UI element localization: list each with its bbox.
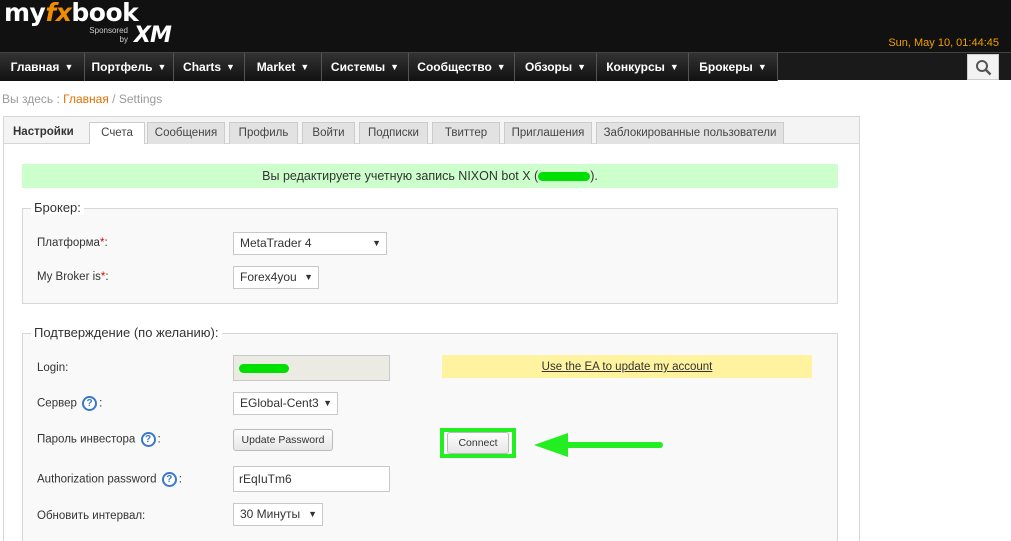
accounts-settings-content: Вы редактируете учетную запись NIXON bot… [4,144,859,541]
myfxbook-logo[interactable]: myfxbook Sponsored by XM [4,0,194,52]
tab-invitations[interactable]: Приглашения [504,122,592,144]
breadcrumb: Вы здесь : Главная / Settings [2,92,163,106]
dropdown-arrow-icon: ▼ [372,238,381,248]
update-password-button[interactable]: Update Password [233,429,333,451]
ea-update-link-box: Use the EA to update my account [442,355,812,378]
settings-heading: Настройки [13,126,74,138]
editing-account-notice: Вы редактируете учетную запись NIXON bot… [22,164,838,188]
tab-subscriptions[interactable]: Подписки [359,122,428,144]
redacted-login [239,364,289,374]
green-arrow-annotation [534,433,663,457]
settings-tabs: Настройки Счета Сообщения Профиль Войти … [4,117,859,145]
caret-down-icon: ▼ [757,62,767,72]
nav-item-brokers[interactable]: Брокеры ▼ [689,53,778,81]
caret-down-icon: ▼ [64,62,74,72]
nav-item-contests[interactable]: Конкурсы ▼ [597,53,689,81]
tab-blocked-users[interactable]: Заблокированные пользователи [596,122,784,144]
authorization-password-field[interactable]: rEqIuTm6 [233,466,390,492]
ea-update-link[interactable]: Use the EA to update my account [542,361,713,373]
settings-panel: Настройки Счета Сообщения Профиль Войти … [3,116,860,541]
sponsored-by-label: Sponsored by [89,26,128,44]
confirmation-legend: Подтверждение (по желанию): [31,325,222,340]
server-label: Сервер ?: [37,396,103,411]
broker-label: My Broker is*: [37,271,109,283]
login-field [233,355,390,381]
connect-highlight-frame: Connect [440,428,516,458]
nav-item-charts[interactable]: Charts ▼ [174,53,245,81]
redacted-account-number [538,172,591,182]
main-nav: Главная ▼ Портфель ▼ Charts ▼ Market ▼ Систе… [0,52,1011,81]
tab-accounts[interactable]: Счета [89,122,145,145]
server-select[interactable]: EGlobal-Cent3 ▼ [233,392,338,415]
login-label: Login: [37,362,69,374]
help-icon[interactable]: ? [140,432,156,447]
nav-item-systems[interactable]: Системы ▼ [322,53,409,81]
tab-profile[interactable]: Профиль [229,122,298,144]
authorization-password-label: Authorization password ?: [37,472,182,487]
breadcrumb-home-link[interactable]: Главная [63,92,109,106]
caret-down-icon: ▼ [669,62,679,72]
caret-down-icon: ▼ [390,62,400,72]
nav-item-community[interactable]: Сообщество ▼ [409,53,515,81]
nav-item-portfolio[interactable]: Портфель ▼ [85,53,174,81]
server-datetime: Sun, May 10, 01:44:45 [888,37,999,49]
search-button[interactable] [967,54,999,80]
search-icon [976,60,992,76]
sponsor-logo: XM [134,23,172,48]
broker-fieldset: Брокер: Платформа*: MetaTrader 4 ▼ My Bro… [22,200,838,304]
caret-down-icon: ▼ [226,62,235,72]
dropdown-arrow-icon: ▼ [323,398,332,408]
caret-down-icon: ▼ [577,62,587,72]
platform-label: Платформа*: [37,237,108,249]
broker-select[interactable]: Forex4you ▼ [233,266,319,289]
site-header: myfxbook Sponsored by XM Sun, May 10, 01:… [0,0,1011,52]
tab-login[interactable]: Войти [302,122,355,144]
help-icon[interactable]: ? [82,396,98,411]
help-icon[interactable]: ? [161,472,177,487]
broker-legend: Брокер: [31,200,84,215]
update-interval-select[interactable]: 30 Минуты ▼ [233,503,323,526]
tab-messages[interactable]: Сообщения [147,122,225,144]
dropdown-arrow-icon: ▼ [308,509,317,519]
breadcrumb-current: Settings [118,92,163,106]
investor-password-label: Пароль инвестора ?: [37,432,161,447]
update-interval-label: Обновить интервал: [37,510,146,522]
nav-item-home[interactable]: Главная ▼ [0,53,85,81]
nav-item-market[interactable]: Market ▼ [245,53,322,81]
caret-down-icon: ▼ [496,62,506,72]
logo-wordmark: myfxbook [4,0,139,27]
platform-select[interactable]: MetaTrader 4 ▼ [233,232,387,255]
nav-item-reviews[interactable]: Обзоры ▼ [515,53,597,81]
tab-twitter[interactable]: Твиттер [432,122,500,144]
connect-button[interactable]: Connect [447,432,509,454]
dropdown-arrow-icon: ▼ [304,272,313,282]
caret-down-icon: ▼ [300,62,310,72]
caret-down-icon: ▼ [157,62,167,72]
